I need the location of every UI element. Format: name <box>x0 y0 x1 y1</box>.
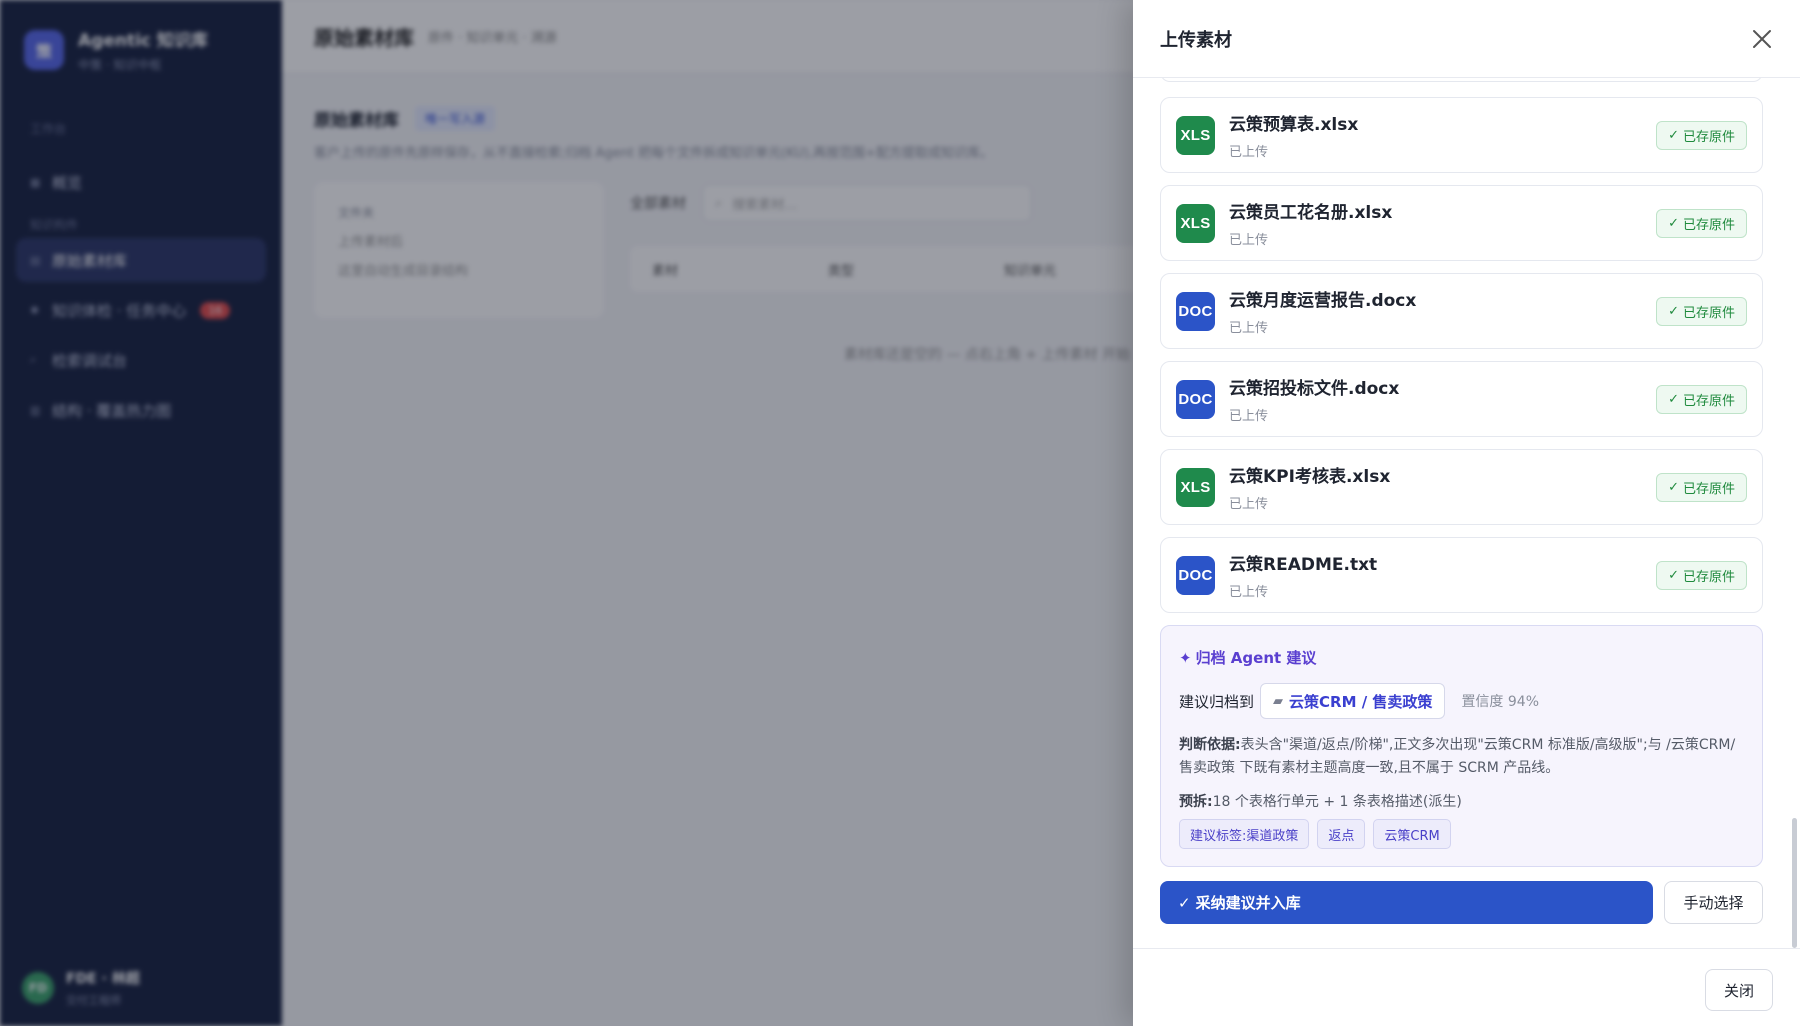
judgement-basis: 判断依据:表头含"渠道/返点/阶梯",正文多次出现"云策CRM 标准版/高级版"… <box>1179 734 1745 780</box>
doc-file-icon: DOC <box>1176 379 1215 419</box>
check-icon: ✓ <box>1668 304 1679 319</box>
file-card: XLS 云策预算表.xlsx 已上传 ✓ 已存原件 <box>1160 97 1763 173</box>
file-upload-status: 已上传 <box>1229 321 1269 336</box>
basis-label: 判断依据: <box>1179 737 1241 753</box>
folder-icon: ▰ <box>1273 693 1284 709</box>
drawer-body: XLS 云策预算表.xlsx 已上传 ✓ 已存原件 XLS 云策员工花名册.xl… <box>1133 78 1800 948</box>
file-upload-status: 已上传 <box>1229 233 1269 248</box>
pre-split-summary: 预拆:18 个表格行单元 + 1 条表格描述(派生) <box>1179 791 1462 811</box>
badge-label: 已存原件 <box>1682 482 1735 497</box>
suggested-tags: 建议标签:渠道政策 返点 云策CRM <box>1179 819 1459 849</box>
doc-file-icon: DOC <box>1176 555 1215 595</box>
drawer-header: 上传素材 <box>1133 0 1800 78</box>
stored-original-badge[interactable]: ✓ 已存原件 <box>1656 297 1747 326</box>
check-icon: ✓ <box>1668 216 1679 231</box>
file-card: XLS 云策KPI考核表.xlsx 已上传 ✓ 已存原件 <box>1160 449 1763 525</box>
accept-button-label: 采纳建议并入库 <box>1195 894 1301 912</box>
file-name: 云策员工花名册.xlsx <box>1229 203 1393 223</box>
file-name: 云策KPI考核表.xlsx <box>1229 467 1391 487</box>
file-name: 云策月度运营报告.docx <box>1229 291 1417 311</box>
stored-original-badge[interactable]: ✓ 已存原件 <box>1656 561 1747 590</box>
file-name: 云策招投标文件.docx <box>1229 379 1400 399</box>
predict-text: 18 个表格行单元 + 1 条表格描述(派生) <box>1212 794 1462 810</box>
stored-original-badge[interactable]: ✓ 已存原件 <box>1656 121 1747 150</box>
suggest-label: 建议归档到 <box>1179 692 1255 711</box>
file-name: 云策预算表.xlsx <box>1229 115 1359 135</box>
file-upload-status: 已上传 <box>1229 497 1269 512</box>
stored-original-badge[interactable]: ✓ 已存原件 <box>1656 385 1747 414</box>
drawer-title: 上传素材 <box>1160 29 1232 51</box>
check-icon: ✓ <box>1668 568 1679 583</box>
file-card: DOC 云策README.txt 已上传 ✓ 已存原件 <box>1160 537 1763 613</box>
file-card: DOC 云策招投标文件.docx 已上传 ✓ 已存原件 <box>1160 361 1763 437</box>
close-icon[interactable] <box>1748 25 1776 53</box>
file-upload-status: 已上传 <box>1229 409 1269 424</box>
badge-label: 已存原件 <box>1682 570 1735 585</box>
sparkle-icon: ✦ <box>1179 648 1192 667</box>
drawer-footer: 关闭 <box>1133 948 1800 1026</box>
close-button[interactable]: 关闭 <box>1705 969 1773 1011</box>
confidence-score: 置信度 94% <box>1461 694 1540 710</box>
stored-original-badge[interactable]: ✓ 已存原件 <box>1656 473 1747 502</box>
archive-agent-suggestion: ✦ 归档 Agent 建议 建议归档到 ▰ 云策CRM / 售卖政策 置信度 9… <box>1160 625 1763 867</box>
check-icon: ✓ <box>1668 392 1679 407</box>
check-icon: ✓ <box>1668 480 1679 495</box>
upload-drawer: 上传素材 XLS 云策预算表.xlsx 已上传 ✓ 已存原件 XLS 云策员工花… <box>1133 0 1800 1026</box>
stored-original-badge[interactable]: ✓ 已存原件 <box>1656 209 1747 238</box>
file-card: XLS 云策员工花名册.xlsx 已上传 ✓ 已存原件 <box>1160 185 1763 261</box>
predict-label: 预拆: <box>1179 794 1213 810</box>
suggested-tag[interactable]: 云策CRM <box>1373 819 1451 849</box>
manual-select-button[interactable]: 手动选择 <box>1664 881 1763 924</box>
agent-title-label: 归档 Agent 建议 <box>1195 649 1317 667</box>
check-icon: ✓ <box>1668 128 1679 143</box>
suggested-folder-path: 云策CRM / 售卖政策 <box>1289 692 1433 711</box>
suggested-folder-chip[interactable]: ▰ 云策CRM / 售卖政策 <box>1260 683 1446 719</box>
badge-label: 已存原件 <box>1682 130 1735 145</box>
uploaded-file-list: XLS 云策预算表.xlsx 已上传 ✓ 已存原件 XLS 云策员工花名册.xl… <box>1160 97 1763 625</box>
agent-suggestion-title: ✦ 归档 Agent 建议 <box>1179 647 1316 668</box>
badge-label: 已存原件 <box>1682 306 1735 321</box>
badge-label: 已存原件 <box>1682 218 1735 233</box>
file-card-partial <box>1160 78 1763 82</box>
xls-file-icon: XLS <box>1176 203 1215 243</box>
check-icon: ✓ <box>1178 893 1191 912</box>
accept-suggestion-button[interactable]: ✓ 采纳建议并入库 <box>1160 881 1653 924</box>
file-upload-status: 已上传 <box>1229 145 1269 160</box>
suggested-tag[interactable]: 建议标签:渠道政策 <box>1179 819 1310 849</box>
drawer-scrollbar-thumb[interactable] <box>1792 818 1797 948</box>
file-name: 云策README.txt <box>1229 555 1378 575</box>
doc-file-icon: DOC <box>1176 291 1215 331</box>
file-upload-status: 已上传 <box>1229 585 1269 600</box>
basis-text: 表头含"渠道/返点/阶梯",正文多次出现"云策CRM 标准版/高级版";与 /云… <box>1179 737 1736 776</box>
file-card: DOC 云策月度运营报告.docx 已上传 ✓ 已存原件 <box>1160 273 1763 349</box>
xls-file-icon: XLS <box>1176 467 1215 507</box>
suggested-tag[interactable]: 返点 <box>1317 819 1366 849</box>
badge-label: 已存原件 <box>1682 394 1735 409</box>
xls-file-icon: XLS <box>1176 115 1215 155</box>
